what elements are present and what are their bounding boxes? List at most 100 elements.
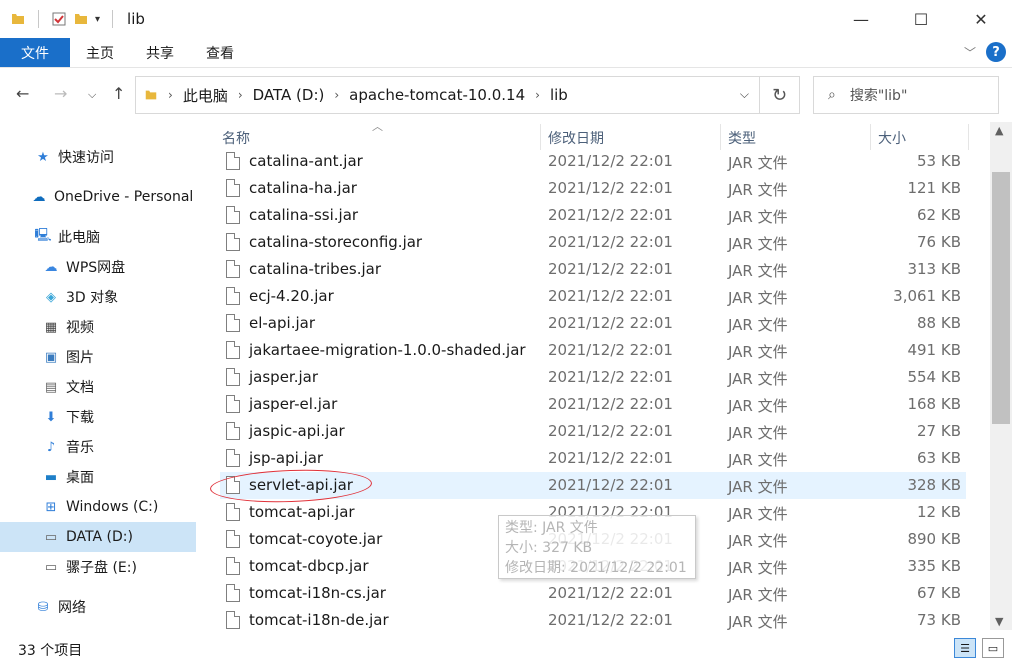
file-type: JAR 文件 — [728, 559, 788, 577]
file-type: JAR 文件 — [728, 343, 788, 361]
column-header-type[interactable]: 类型 — [728, 128, 756, 148]
column-header-modified[interactable]: 修改日期 — [548, 128, 604, 148]
column-divider[interactable] — [540, 124, 541, 150]
file-size: 3,061 KB — [893, 287, 961, 305]
tab-file[interactable]: 文件 — [0, 38, 70, 67]
column-header-name[interactable]: 名称 — [222, 128, 250, 148]
file-name: catalina-ssi.jar — [249, 206, 359, 224]
breadcrumb-chevron-icon[interactable]: › — [535, 88, 540, 102]
column-divider[interactable] — [720, 124, 721, 150]
jar-file-icon — [226, 503, 240, 521]
breadcrumb-lib[interactable]: lib — [550, 86, 568, 104]
file-row[interactable]: catalina-ant.jar 2021/12/2 22:01 JAR 文件 53 … — [220, 148, 966, 175]
new-folder-icon[interactable] — [73, 11, 89, 27]
nav-item-data-d[interactable]: ▭ DATA (D:) — [0, 522, 196, 552]
file-name: tomcat-coyote.jar — [249, 530, 383, 548]
jar-file-icon — [226, 179, 240, 197]
file-row[interactable]: ecj-4.20.jar 2021/12/2 22:01 JAR 文件 3,061 K… — [220, 283, 966, 310]
toolbar-divider — [38, 10, 39, 28]
up-arrow-icon[interactable]: ↑ — [112, 84, 125, 103]
file-row[interactable]: catalina-tribes.jar 2021/12/2 22:01 JAR 文件… — [220, 256, 966, 283]
nav-item-music[interactable]: ♪ 音乐 — [0, 432, 196, 462]
properties-icon[interactable] — [51, 11, 67, 27]
customize-toolbar-chevron-icon[interactable]: ▾ — [95, 14, 100, 25]
close-button[interactable]: ✕ — [958, 0, 1004, 38]
maximize-button[interactable]: ☐ — [898, 0, 944, 38]
nav-item-wps[interactable]: ☁ WPS网盘 — [0, 252, 196, 282]
breadcrumb-chevron-icon[interactable]: › — [238, 88, 243, 102]
jar-file-icon — [226, 206, 240, 224]
nav-item-quick-access[interactable]: ★ 快速访问 — [0, 142, 196, 172]
recent-locations-chevron-icon[interactable]: ⌵ — [88, 88, 96, 102]
nav-item-network[interactable]: ⛁ 网络 — [0, 592, 196, 622]
forward-arrow-icon[interactable]: → — [54, 84, 67, 103]
help-icon[interactable]: ? — [986, 42, 1006, 62]
cloud-icon: ☁ — [32, 189, 46, 205]
search-input[interactable]: ⌕ 搜索"lib" — [813, 76, 999, 114]
file-row[interactable]: jaspic-api.jar 2021/12/2 22:01 JAR 文件 27 KB — [220, 418, 966, 445]
search-placeholder: 搜索"lib" — [849, 88, 908, 104]
file-type: JAR 文件 — [728, 613, 788, 630]
nav-item-videos[interactable]: ▦ 视频 — [0, 312, 196, 342]
details-view-icon[interactable]: ☰ — [954, 638, 976, 658]
nav-item-documents[interactable]: ▤ 文档 — [0, 372, 196, 402]
file-modified: 2021/12/2 22:01 — [548, 449, 673, 467]
file-row[interactable]: tomcat-i18n-cs.jar 2021/12/2 22:01 JAR 文件 6… — [220, 580, 966, 607]
nav-item-downloads[interactable]: ⬇ 下载 — [0, 402, 196, 432]
back-arrow-icon[interactable]: ← — [16, 84, 29, 103]
column-header-size[interactable]: 大小 — [878, 128, 906, 148]
star-icon: ★ — [37, 149, 49, 165]
nav-item-windows-c[interactable]: ⊞ Windows (C:) — [0, 492, 196, 522]
address-dropdown-chevron-icon[interactable]: ⌵ — [740, 87, 749, 102]
file-size: 53 KB — [917, 152, 961, 170]
file-row[interactable]: el-api.jar 2021/12/2 22:01 JAR 文件 88 KB — [220, 310, 966, 337]
file-row[interactable]: jasper.jar 2021/12/2 22:01 JAR 文件 554 KB — [220, 364, 966, 391]
file-tooltip: 类型: JAR 文件 大小: 327 KB 修改日期: 2021/12/2 22… — [498, 515, 696, 579]
file-modified: 2021/12/2 22:01 — [548, 314, 673, 332]
drive-icon: ⊞ — [45, 499, 57, 515]
breadcrumb-chevron-icon[interactable]: › — [334, 88, 339, 102]
file-row[interactable]: jsp-api.jar 2021/12/2 22:01 JAR 文件 63 KB — [220, 445, 966, 472]
tooltip-size: 大小: 327 KB — [505, 540, 593, 556]
file-row[interactable]: tomcat-i18n-de.jar 2021/12/2 22:01 JAR 文件 7… — [220, 607, 966, 630]
file-type: JAR 文件 — [728, 532, 788, 550]
tab-share[interactable]: 共享 — [130, 38, 190, 67]
expand-ribbon-chevron-icon[interactable]: ﹀ — [964, 44, 976, 61]
refresh-button[interactable]: ↻ — [760, 76, 800, 114]
file-modified: 2021/12/2 22:01 — [548, 233, 673, 251]
file-modified: 2021/12/2 22:01 — [548, 179, 673, 197]
scroll-down-arrow-icon[interactable]: ▼ — [995, 615, 1003, 628]
tab-view[interactable]: 查看 — [190, 38, 250, 67]
scroll-up-arrow-icon[interactable]: ▲ — [995, 124, 1003, 137]
scrollbar-thumb[interactable] — [992, 172, 1010, 424]
nav-item-this-pc[interactable]: 🖳 此电脑 — [0, 222, 196, 252]
file-modified: 2021/12/2 22:01 — [548, 395, 673, 413]
file-row[interactable]: jakartaee-migration-1.0.0-shaded.jar 2021… — [220, 337, 966, 364]
vertical-scrollbar[interactable]: ▲ ▼ — [990, 122, 1012, 630]
nav-item-e-drive[interactable]: ▭ 骡子盘 (E:) — [0, 552, 196, 582]
breadcrumb-tomcat[interactable]: apache-tomcat-10.0.14 — [349, 86, 525, 104]
file-size: 73 KB — [917, 611, 961, 629]
column-divider[interactable] — [968, 124, 969, 150]
address-bar[interactable]: › 此电脑 › DATA (D:) › apache-tomcat-10.0.1… — [135, 76, 760, 114]
file-row[interactable]: catalina-storeconfig.jar 2021/12/2 22:01 J… — [220, 229, 966, 256]
nav-item-3d-objects[interactable]: ◈ 3D 对象 — [0, 282, 196, 312]
nav-item-pictures[interactable]: ▣ 图片 — [0, 342, 196, 372]
file-name: catalina-storeconfig.jar — [249, 233, 423, 251]
nav-item-desktop[interactable]: ▬ 桌面 — [0, 462, 196, 492]
breadcrumb-chevron-icon[interactable]: › — [168, 88, 173, 102]
large-icons-view-icon[interactable]: ▭ — [982, 638, 1004, 658]
file-modified: 2021/12/2 22:01 — [548, 152, 673, 170]
breadcrumb-this-pc[interactable]: 此电脑 — [183, 85, 228, 106]
breadcrumb-data-drive[interactable]: DATA (D:) — [253, 86, 325, 104]
tab-home[interactable]: 主页 — [70, 38, 130, 67]
jar-file-icon — [226, 449, 240, 467]
file-row[interactable]: jasper-el.jar 2021/12/2 22:01 JAR 文件 168 KB — [220, 391, 966, 418]
column-divider[interactable] — [870, 124, 871, 150]
nav-item-onedrive[interactable]: ☁ OneDrive - Personal — [0, 182, 196, 212]
minimize-button[interactable]: — — [838, 0, 884, 38]
file-row[interactable]: catalina-ssi.jar 2021/12/2 22:01 JAR 文件 62 … — [220, 202, 966, 229]
file-modified: 2021/12/2 22:01 — [548, 611, 673, 629]
file-row[interactable]: catalina-ha.jar 2021/12/2 22:01 JAR 文件 121 … — [220, 175, 966, 202]
cube-icon: ◈ — [46, 289, 56, 305]
